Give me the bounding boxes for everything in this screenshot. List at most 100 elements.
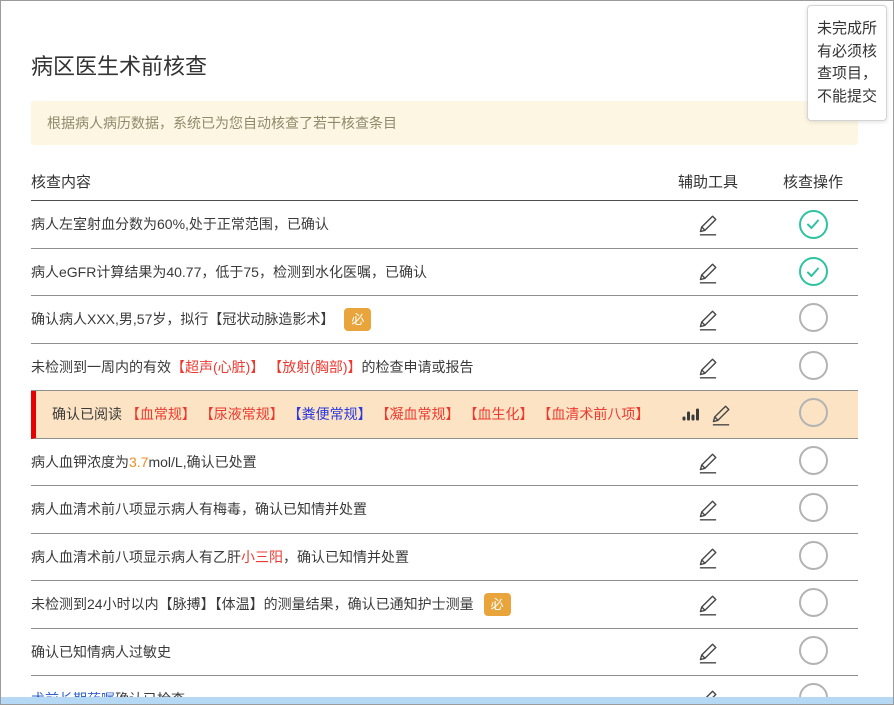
- row-text: 确认已知情病人过敏史: [31, 642, 171, 662]
- edit-pencil-icon[interactable]: [708, 401, 734, 427]
- row-text-segment: 未检测到24小时以内【脉搏】【体温】的测量结果，确认已通知护士测量: [31, 596, 474, 612]
- check-status-circle[interactable]: [799, 303, 828, 332]
- edit-pencil-icon[interactable]: [695, 211, 721, 237]
- validation-tooltip-text: 未完成所有必须核查项目，不能提交: [817, 20, 877, 105]
- row-tools-cell: [648, 401, 768, 427]
- row-action-cell: [768, 398, 858, 430]
- row-action-cell: [768, 493, 858, 525]
- row-tools-cell: [648, 591, 768, 617]
- row-text: 确认病人XXX,男,57岁，拟行【冠状动脉造影术】: [31, 309, 334, 329]
- row-text-segment: 【粪便常规】: [288, 406, 372, 422]
- check-status-circle[interactable]: [799, 351, 828, 380]
- table-row: 病人血清术前八项显示病人有乙肝小三阳，确认已知情并处置: [31, 534, 858, 582]
- row-tools-cell: [648, 259, 768, 285]
- edit-pencil-icon[interactable]: [695, 306, 721, 332]
- check-status-circle[interactable]: [799, 541, 828, 570]
- header-check-action: 核查操作: [768, 171, 858, 192]
- check-status-circle[interactable]: [799, 398, 828, 427]
- row-text-segment: 小三阳: [241, 549, 283, 565]
- row-text-segment: 病人eGFR计算结果为40.77，低于75，检测到水化医嘱，已确认: [31, 264, 427, 280]
- row-action-cell: [768, 351, 858, 383]
- table-row: 病人血清术前八项显示病人有梅毒，确认已知情并处置: [31, 486, 858, 534]
- table-row: 病人eGFR计算结果为40.77，低于75，检测到水化医嘱，已确认: [31, 249, 858, 297]
- row-text: 病人血清术前八项显示病人有乙肝小三阳，确认已知情并处置: [31, 547, 409, 567]
- row-text-segment: 确认病人XXX,男,57岁，拟行【冠状动脉造影术】: [31, 311, 334, 327]
- row-tools-cell: [648, 496, 768, 522]
- row-text: 未检测到24小时以内【脉搏】【体温】的测量结果，确认已通知护士测量: [31, 594, 474, 614]
- page-title: 病区医生术前核查: [31, 49, 858, 81]
- table-row: 确认已知情病人过敏史: [31, 629, 858, 677]
- check-status-circle[interactable]: [799, 588, 828, 617]
- row-action-cell: [768, 303, 858, 335]
- table-row: 未检测到24小时以内【脉搏】【体温】的测量结果，确认已通知护士测量 必: [31, 581, 858, 629]
- row-text-segment: 病人血清术前八项显示病人有乙肝: [31, 549, 241, 565]
- row-content-cell: 确认病人XXX,男,57岁，拟行【冠状动脉造影术】 必: [31, 308, 648, 331]
- row-text-segment: 【放射(胸部)】: [268, 359, 361, 375]
- row-text-segment: 病人血清术前八项显示病人有梅毒，确认已知情并处置: [31, 501, 367, 517]
- row-text: 确认已阅读 【血常规】 【尿液常规】 【粪便常规】 【凝血常规】 【血生化】 【…: [52, 404, 648, 424]
- main-content: 病区医生术前核查 根据病人病历数据，系统已为您自动核查了若干核查条目 核查内容 …: [1, 1, 893, 705]
- row-text: 未检测到一周内的有效【超声(心脏)】 【放射(胸部)】的检查申请或报告: [31, 357, 474, 377]
- row-content-cell: 未检测到24小时以内【脉搏】【体温】的测量结果，确认已通知护士测量 必: [31, 593, 648, 616]
- row-action-cell: [768, 541, 858, 573]
- row-text: 病人血清术前八项显示病人有梅毒，确认已知情并处置: [31, 499, 367, 519]
- row-action-cell: [768, 588, 858, 620]
- row-tools-cell: [648, 639, 768, 665]
- check-status-circle[interactable]: [799, 493, 828, 522]
- edit-pencil-icon[interactable]: [695, 354, 721, 380]
- row-content-cell: 病人eGFR计算结果为40.77，低于75，检测到水化医嘱，已确认: [31, 262, 648, 282]
- row-tools-cell: [648, 211, 768, 237]
- row-text-segment: mol/L,确认已处置: [148, 454, 256, 470]
- check-status-circle[interactable]: [799, 636, 828, 665]
- row-text-segment: 确认已知情病人过敏史: [31, 644, 171, 660]
- row-text: 病人左室射血分数为60%,处于正常范围，已确认: [31, 214, 329, 234]
- footer-bar: [1, 697, 893, 704]
- edit-pencil-icon[interactable]: [695, 591, 721, 617]
- row-content-cell: 病人血清术前八项显示病人有乙肝小三阳，确认已知情并处置: [31, 547, 648, 567]
- required-badge: 必: [484, 593, 511, 616]
- table-row: 未检测到一周内的有效【超声(心脏)】 【放射(胸部)】的检查申请或报告: [31, 344, 858, 392]
- row-action-cell: [768, 257, 858, 286]
- row-text-segment: 病人血钾浓度为: [31, 454, 129, 470]
- row-action-cell: [768, 636, 858, 668]
- row-text-segment: 【超声(心脏)】: [171, 359, 264, 375]
- header-check-content: 核查内容: [31, 171, 648, 192]
- edit-pencil-icon[interactable]: [695, 639, 721, 665]
- row-text-segment: 确认已阅读: [52, 406, 126, 422]
- row-tools-cell: [648, 544, 768, 570]
- row-action-cell: [768, 210, 858, 239]
- row-tools-cell: [648, 306, 768, 332]
- check-status-circle[interactable]: [799, 210, 828, 239]
- edit-pencil-icon[interactable]: [695, 259, 721, 285]
- edit-pencil-icon[interactable]: [695, 449, 721, 475]
- edit-pencil-icon[interactable]: [695, 544, 721, 570]
- row-content-cell: 确认已知情病人过敏史: [31, 642, 648, 662]
- row-text-segment: 【血生化】: [463, 406, 533, 422]
- table-row: 病人左室射血分数为60%,处于正常范围，已确认: [31, 201, 858, 249]
- row-text-segment: ，确认已知情并处置: [283, 549, 409, 565]
- edit-pencil-icon[interactable]: [695, 496, 721, 522]
- row-content-cell: 病人血钾浓度为3.7mol/L,确认已处置: [31, 452, 648, 472]
- row-content-cell: 病人左室射血分数为60%,处于正常范围，已确认: [31, 214, 648, 234]
- validation-tooltip: 未完成所有必须核查项目，不能提交: [807, 5, 887, 121]
- row-text-segment: 【血清术前八项】: [537, 406, 648, 422]
- auto-check-notice: 根据病人病历数据，系统已为您自动核查了若干核查条目: [31, 101, 858, 145]
- row-text-segment: 【凝血常规】: [376, 406, 460, 422]
- row-text-segment: 未检测到一周内的有效: [31, 359, 171, 375]
- bar-chart-icon[interactable]: [682, 404, 702, 424]
- auto-check-notice-text: 根据病人病历数据，系统已为您自动核查了若干核查条目: [47, 115, 397, 131]
- row-text: 病人血钾浓度为3.7mol/L,确认已处置: [31, 452, 257, 472]
- table-row: 确认病人XXX,男,57岁，拟行【冠状动脉造影术】 必: [31, 296, 858, 344]
- row-content-cell: 确认已阅读 【血常规】 【尿液常规】 【粪便常规】 【凝血常规】 【血生化】 【…: [36, 404, 648, 424]
- table-row: 确认已阅读 【血常规】 【尿液常规】 【粪便常规】 【凝血常规】 【血生化】 【…: [31, 391, 858, 439]
- table-body: 病人左室射血分数为60%,处于正常范围，已确认: [31, 201, 858, 705]
- row-tools-cell: [648, 354, 768, 380]
- row-text-segment: 【血常规】: [126, 406, 196, 422]
- header-aux-tools: 辅助工具: [648, 171, 768, 192]
- check-status-circle[interactable]: [799, 257, 828, 286]
- required-badge: 必: [344, 308, 371, 331]
- check-status-circle[interactable]: [799, 446, 828, 475]
- row-text-segment: 【尿液常规】: [200, 406, 284, 422]
- table-row: 病人血钾浓度为3.7mol/L,确认已处置: [31, 439, 858, 487]
- row-content-cell: 未检测到一周内的有效【超声(心脏)】 【放射(胸部)】的检查申请或报告: [31, 357, 648, 377]
